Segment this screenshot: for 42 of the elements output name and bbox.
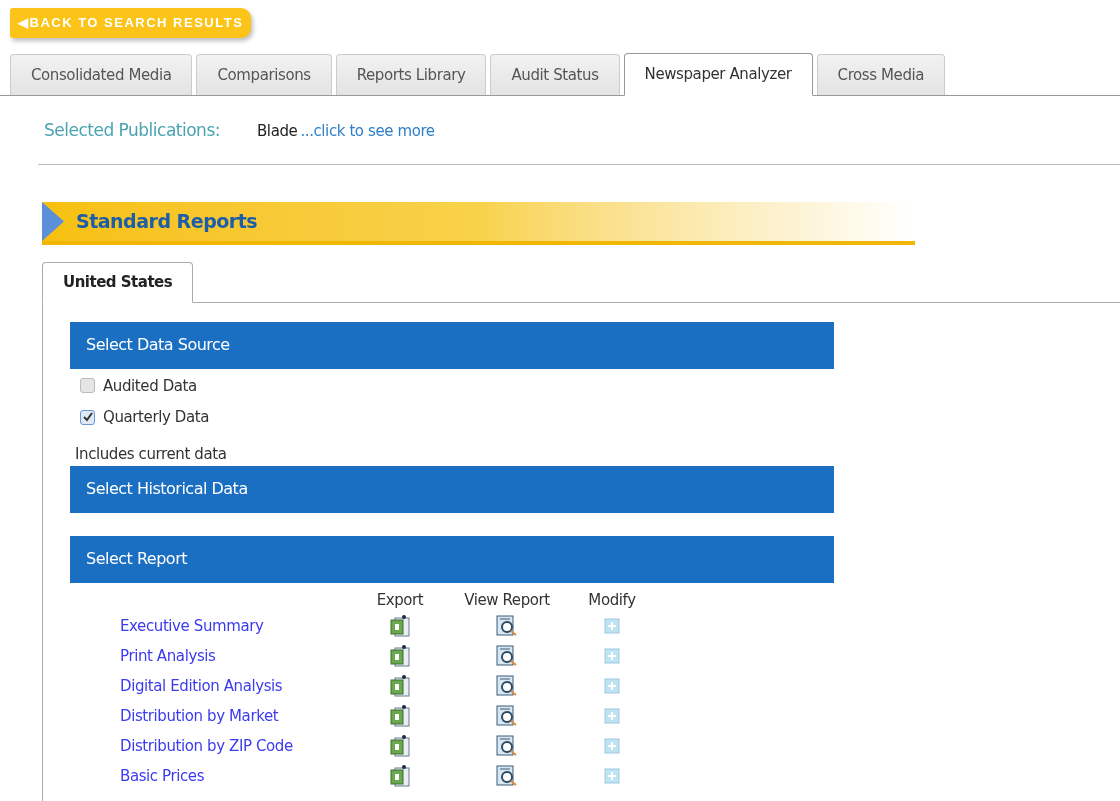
- triangle-marker-icon: [42, 201, 64, 241]
- magnifier-report-icon[interactable]: [495, 705, 519, 727]
- report-link[interactable]: Distribution by ZIP Code: [70, 731, 358, 761]
- checkmark-icon: [82, 412, 93, 423]
- data-note: Includes current data: [75, 444, 227, 463]
- magnifier-report-icon[interactable]: [495, 675, 519, 697]
- nav-tab[interactable]: Newspaper Analyzer: [623, 53, 813, 96]
- spreadsheet-export-icon[interactable]: [389, 704, 411, 728]
- magnifier-report-icon[interactable]: [495, 615, 519, 637]
- nav-tab[interactable]: Consolidated Media: [10, 54, 193, 95]
- report-link[interactable]: Basic Prices: [70, 761, 358, 791]
- section-header-title: Select Historical Data: [86, 478, 248, 500]
- section-title: Standard Reports: [76, 208, 258, 234]
- selected-publications-label: Selected Publications:: [44, 119, 220, 142]
- spreadsheet-export-icon[interactable]: [389, 734, 411, 758]
- spreadsheet-export-icon[interactable]: [389, 614, 411, 638]
- nav-tab[interactable]: Audit Status: [490, 54, 620, 95]
- column-header: View Report: [464, 589, 550, 611]
- spreadsheet-export-icon[interactable]: [389, 764, 411, 788]
- column-header: Modify: [588, 589, 636, 611]
- column-header: Export: [376, 589, 424, 611]
- see-more-link[interactable]: ...click to see more: [300, 120, 435, 143]
- checkbox[interactable]: [80, 409, 95, 425]
- checkbox-label: Quarterly Data: [103, 407, 209, 428]
- spreadsheet-export-icon[interactable]: [389, 674, 411, 698]
- region-tab[interactable]: United States: [42, 261, 194, 303]
- checkbox-label: Audited Data: [103, 375, 197, 397]
- report-link[interactable]: Print Analysis: [70, 641, 358, 671]
- magnifier-report-icon[interactable]: [495, 645, 519, 667]
- section-header-title: Select Report: [86, 548, 187, 570]
- report-link[interactable]: Digital Edition Analysis: [70, 671, 358, 701]
- nav-tab[interactable]: Reports Library: [335, 54, 487, 95]
- nav-tab[interactable]: Comparisons: [196, 54, 332, 95]
- nav-tab[interactable]: Cross Media: [816, 54, 946, 95]
- magnifier-report-icon[interactable]: [495, 765, 519, 787]
- magnifier-report-icon[interactable]: [495, 735, 519, 757]
- publication-name: Blade: [257, 121, 298, 142]
- section-header-title: Select Data Source: [86, 334, 230, 356]
- report-link[interactable]: Distribution by Market: [70, 701, 358, 731]
- report-link[interactable]: Executive Summary: [70, 611, 358, 641]
- checkbox[interactable]: [80, 378, 95, 394]
- spreadsheet-export-icon[interactable]: [389, 644, 411, 668]
